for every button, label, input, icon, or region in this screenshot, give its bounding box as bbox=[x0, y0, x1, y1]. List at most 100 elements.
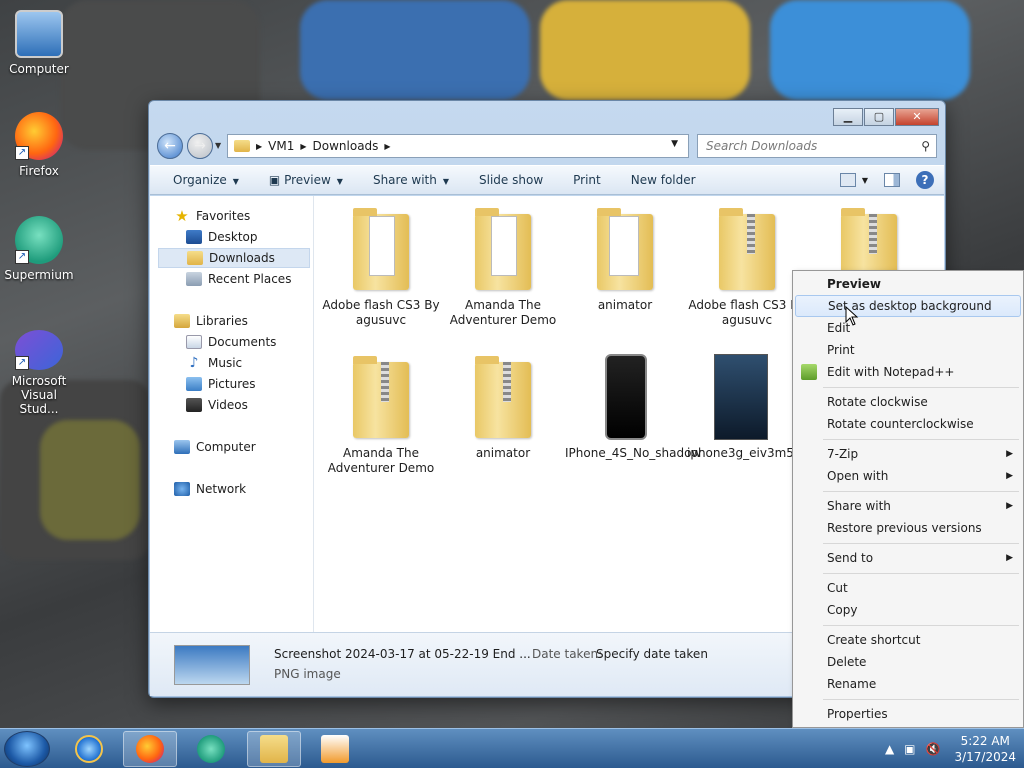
date-taken-label: Date taken: bbox=[532, 647, 603, 661]
menu-item-send-to[interactable]: Send to ▶ bbox=[795, 547, 1021, 569]
desktop-icon-visual-studio[interactable]: ↗ Microsoft Visual Stud... bbox=[0, 330, 78, 416]
desktop-icon bbox=[186, 230, 202, 244]
zip-folder-icon bbox=[719, 208, 775, 290]
menu-item-share-with[interactable]: Share with ▶ bbox=[795, 495, 1021, 517]
chevron-right-icon[interactable]: ▶ bbox=[384, 142, 390, 151]
taskbar-media-player[interactable] bbox=[308, 731, 362, 767]
search-icon[interactable]: ⚲ bbox=[921, 135, 930, 157]
desktop-icon-firefox[interactable]: ↗ Firefox bbox=[0, 112, 78, 178]
network-status-icon[interactable]: ▣ bbox=[904, 742, 915, 756]
search-input[interactable]: Search Downloads ⚲ bbox=[697, 134, 937, 158]
organize-button[interactable]: Organize ▼ bbox=[173, 173, 239, 187]
chevron-right-icon[interactable]: ▶ bbox=[300, 142, 306, 151]
file-item[interactable]: iphone3g_eiv3m5vk bbox=[687, 344, 797, 461]
menu-item-preview[interactable]: Preview bbox=[795, 273, 1021, 295]
selected-file-thumbnail bbox=[174, 645, 250, 685]
image-thumbnail bbox=[714, 354, 768, 440]
minimize-button[interactable]: ▁ bbox=[833, 108, 863, 126]
slide-show-button[interactable]: Slide show bbox=[479, 173, 543, 187]
image-thumbnail bbox=[605, 354, 647, 440]
taskbar-supermium[interactable] bbox=[184, 731, 238, 767]
shortcut-arrow-icon: ↗ bbox=[15, 250, 29, 264]
chevron-down-icon[interactable]: ▼ bbox=[862, 176, 868, 185]
file-item[interactable]: Amanda The Adventurer Demo bbox=[321, 344, 441, 476]
file-item[interactable]: animator bbox=[443, 344, 563, 461]
menu-separator bbox=[823, 699, 1019, 700]
nav-documents[interactable]: Documents bbox=[158, 332, 310, 352]
menu-item-set-desktop-background[interactable]: Set as desktop background bbox=[795, 295, 1021, 317]
taskbar-internet-explorer[interactable] bbox=[62, 731, 116, 767]
windows-explorer-icon bbox=[260, 735, 288, 763]
recent-pages-dropdown[interactable]: ▼ bbox=[215, 141, 221, 150]
menu-item-rotate-counterclockwise[interactable]: Rotate counterclockwise bbox=[795, 413, 1021, 435]
nav-music[interactable]: ♪ Music bbox=[158, 353, 310, 373]
help-icon[interactable]: ? bbox=[916, 171, 934, 189]
close-button[interactable]: ✕ bbox=[895, 108, 939, 126]
nav-favorites[interactable]: ★ Favorites bbox=[158, 206, 310, 226]
nav-downloads[interactable]: Downloads bbox=[158, 248, 310, 268]
start-button[interactable] bbox=[4, 731, 50, 767]
submenu-arrow-icon: ▶ bbox=[1006, 449, 1013, 459]
forward-button[interactable]: → bbox=[187, 133, 213, 159]
submenu-arrow-icon: ▶ bbox=[1006, 501, 1013, 511]
menu-item-delete[interactable]: Delete bbox=[795, 651, 1021, 673]
menu-item-7zip[interactable]: 7-Zip ▶ bbox=[795, 443, 1021, 465]
show-hidden-icons-icon[interactable]: ▲ bbox=[885, 742, 894, 756]
address-bar[interactable]: ▶ VM1 ▶ Downloads ▶ ▼ bbox=[227, 134, 689, 158]
volume-muted-icon[interactable]: 🔇 bbox=[926, 742, 941, 756]
file-item[interactable]: animator bbox=[565, 196, 685, 313]
navigation-bar: ← → ▼ ▶ VM1 ▶ Downloads ▶ ▼ ⟳ Search Dow… bbox=[157, 133, 937, 159]
file-item[interactable]: Amanda The Adventurer Demo bbox=[443, 196, 563, 328]
desktop-icon-supermium[interactable]: ↗ Supermium bbox=[0, 216, 78, 282]
nav-network[interactable]: Network bbox=[158, 479, 310, 499]
window-controls: ▁ ▢ ✕ bbox=[832, 108, 939, 126]
file-name: Amanda The Adventurer Demo bbox=[449, 298, 557, 327]
maximize-button[interactable]: ▢ bbox=[864, 108, 894, 126]
menu-item-create-shortcut[interactable]: Create shortcut bbox=[795, 629, 1021, 651]
menu-item-print[interactable]: Print bbox=[795, 339, 1021, 361]
taskbar-windows-explorer[interactable] bbox=[247, 731, 301, 767]
submenu-arrow-icon: ▶ bbox=[1006, 471, 1013, 481]
menu-item-rotate-clockwise[interactable]: Rotate clockwise bbox=[795, 391, 1021, 413]
menu-separator bbox=[823, 543, 1019, 544]
print-button[interactable]: Print bbox=[573, 173, 601, 187]
breadcrumb-item[interactable]: VM1 bbox=[268, 139, 294, 153]
menu-item-restore-previous-versions[interactable]: Restore previous versions bbox=[795, 517, 1021, 539]
computer-icon bbox=[15, 10, 63, 58]
nav-desktop[interactable]: Desktop bbox=[158, 227, 310, 247]
date-taken-value[interactable]: Specify date taken bbox=[596, 647, 708, 661]
system-tray: ▲ ▣ 🔇 5:22 AM 3/17/2024 bbox=[875, 729, 1016, 768]
nav-videos[interactable]: Videos bbox=[158, 395, 310, 415]
taskbar-firefox[interactable] bbox=[123, 731, 177, 767]
menu-item-edit-with-notepad[interactable]: Edit with Notepad++ bbox=[795, 361, 1021, 383]
chevron-right-icon[interactable]: ▶ bbox=[256, 142, 262, 151]
new-folder-button[interactable]: New folder bbox=[631, 173, 696, 187]
file-name: IPhone_4S_No_shadow bbox=[565, 446, 702, 460]
nav-pictures[interactable]: Pictures bbox=[158, 374, 310, 394]
file-item[interactable]: Adobe flash CS3 By agusuvc bbox=[321, 196, 441, 328]
preview-button[interactable]: ▣ Preview ▼ bbox=[269, 173, 343, 187]
nav-libraries[interactable]: Libraries bbox=[158, 311, 310, 331]
menu-item-rename[interactable]: Rename bbox=[795, 673, 1021, 695]
clock-date: 3/17/2024 bbox=[954, 750, 1016, 764]
file-item[interactable]: IPhone_4S_No_shadow bbox=[565, 344, 702, 461]
music-icon: ♪ bbox=[189, 355, 199, 371]
breadcrumb-item[interactable]: Downloads bbox=[313, 139, 379, 153]
nav-recent-places[interactable]: Recent Places bbox=[158, 269, 310, 289]
menu-item-edit[interactable]: Edit bbox=[795, 317, 1021, 339]
menu-item-properties[interactable]: Properties bbox=[795, 703, 1021, 725]
back-button[interactable]: ← bbox=[157, 133, 183, 159]
computer-icon bbox=[174, 440, 190, 454]
desktop-icon-label: Supermium bbox=[4, 268, 74, 282]
menu-item-cut[interactable]: Cut bbox=[795, 577, 1021, 599]
change-view-icon[interactable] bbox=[839, 173, 856, 187]
menu-item-copy[interactable]: Copy bbox=[795, 599, 1021, 621]
chevron-down-icon[interactable]: ▼ bbox=[671, 139, 678, 149]
clock[interactable]: 5:22 AM 3/17/2024 bbox=[954, 733, 1016, 765]
desktop-icon-computer[interactable]: Computer bbox=[0, 10, 78, 76]
share-with-button[interactable]: Share with ▼ bbox=[373, 173, 449, 187]
preview-pane-icon[interactable] bbox=[884, 173, 900, 187]
nav-computer[interactable]: Computer bbox=[158, 437, 310, 457]
file-item[interactable]: Adobe flash CS3 By agusuvc bbox=[687, 196, 807, 328]
menu-item-open-with[interactable]: Open with ▶ bbox=[795, 465, 1021, 487]
